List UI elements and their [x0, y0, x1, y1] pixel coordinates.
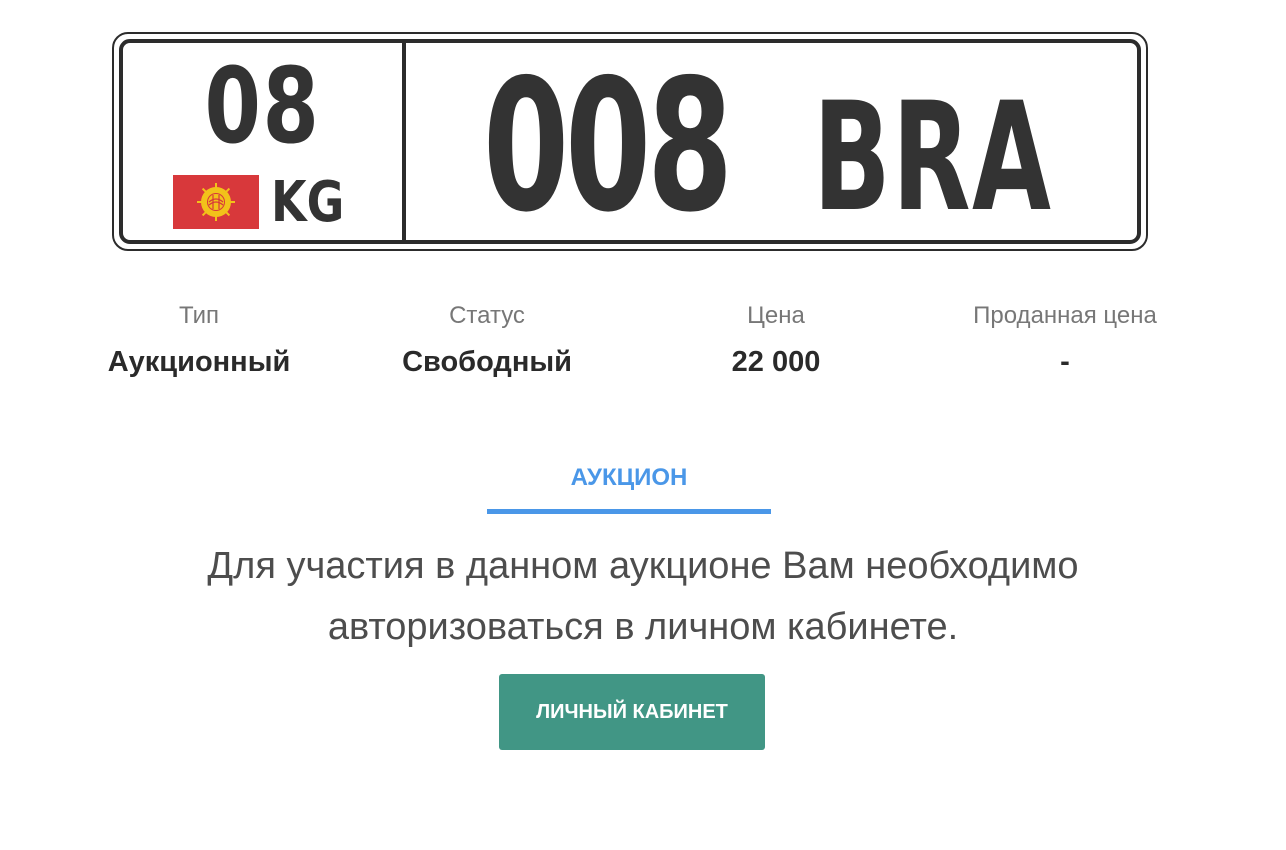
status-value: Свободный [402, 346, 572, 378]
plate-border: 08 KG 008 BRA [119, 39, 1141, 244]
price-label: Цена [747, 302, 805, 329]
kyrgyzstan-flag-icon [173, 175, 259, 229]
tab-auction[interactable]: АУКЦИОН [487, 458, 771, 514]
price-value: 22 000 [731, 346, 821, 378]
personal-cabinet-button[interactable]: ЛИЧНЫЙ КАБИНЕТ [499, 674, 765, 750]
plate-country-code: KG [271, 170, 345, 235]
sold-price-info: Проданная цена - [955, 300, 1175, 380]
plate-region-code: 08 [204, 45, 321, 167]
price-info: Цена 22 000 [676, 300, 876, 380]
sold-price-label: Проданная цена [973, 302, 1157, 329]
type-info: Тип Аукционный [92, 300, 306, 380]
type-label: Тип [178, 302, 219, 329]
sold-price-value: - [1060, 346, 1070, 378]
plate-number: 008 [483, 40, 733, 252]
license-plate: 08 KG 008 BRA [112, 32, 1148, 251]
plate-letters: BRA [813, 71, 1053, 245]
login-required-message: Для участия в данном аукционе Вам необхо… [143, 536, 1143, 658]
tab-auction-label: АУКЦИОН [570, 464, 688, 491]
message-line-2: авторизоваться в личном кабинете. [327, 606, 959, 648]
status-label: Статус [449, 302, 525, 329]
status-info: Статус Свободный [387, 300, 587, 380]
message-line-1: Для участия в данном аукционе Вам необхо… [207, 545, 1079, 587]
type-value: Аукционный [107, 346, 291, 378]
plate-divider [402, 43, 406, 240]
tab-active-indicator [487, 509, 771, 514]
